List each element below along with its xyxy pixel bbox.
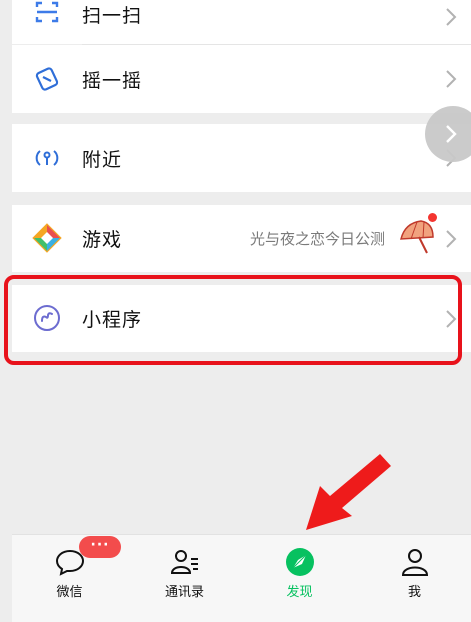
menu-item-label: 游戏	[82, 229, 123, 251]
game-promo-text: 光与夜之恋今日公测	[249, 230, 385, 248]
tab-discover[interactable]: 发现	[242, 535, 357, 622]
menu-item-game[interactable]: 游戏 光与夜之恋今日公测	[12, 205, 471, 272]
menu-item-nearby[interactable]: 附近	[12, 124, 471, 192]
shake-icon	[32, 64, 62, 94]
chevron-right-icon	[446, 230, 457, 248]
menu-item-label: 附近	[82, 149, 123, 171]
chevron-right-icon	[446, 8, 457, 26]
menu-item-shake[interactable]: 摇一摇	[12, 45, 471, 113]
me-icon	[401, 549, 428, 576]
discover-screen: 扫一扫 摇一摇 附近 游戏 光与夜之恋今日公测 小程序 微信 通讯录 发现 我 …	[0, 0, 471, 622]
pointer-arrow-icon	[306, 454, 391, 530]
tab-label: 微信	[56, 585, 83, 600]
tab-label: 通讯录	[164, 585, 204, 600]
game-icon	[32, 223, 62, 253]
unread-badge: ···	[79, 536, 121, 558]
menu-item-label: 摇一摇	[82, 70, 143, 92]
tab-contacts[interactable]: 通讯录	[127, 535, 242, 622]
tab-me[interactable]: 我	[357, 535, 471, 622]
scan-icon	[32, 0, 62, 27]
tab-label: 我	[407, 585, 421, 600]
highlight-box	[4, 275, 462, 365]
umbrella-icon	[397, 217, 437, 257]
tab-label: 发现	[286, 585, 313, 600]
chevron-right-icon	[446, 70, 457, 88]
chevron-right-icon	[446, 125, 457, 143]
nearby-icon	[32, 143, 62, 173]
menu-item-scan[interactable]: 扫一扫	[12, 0, 471, 44]
red-dot-badge	[428, 213, 437, 222]
contacts-icon	[170, 550, 198, 574]
discover-icon	[285, 548, 314, 576]
menu-item-label: 扫一扫	[82, 5, 143, 27]
